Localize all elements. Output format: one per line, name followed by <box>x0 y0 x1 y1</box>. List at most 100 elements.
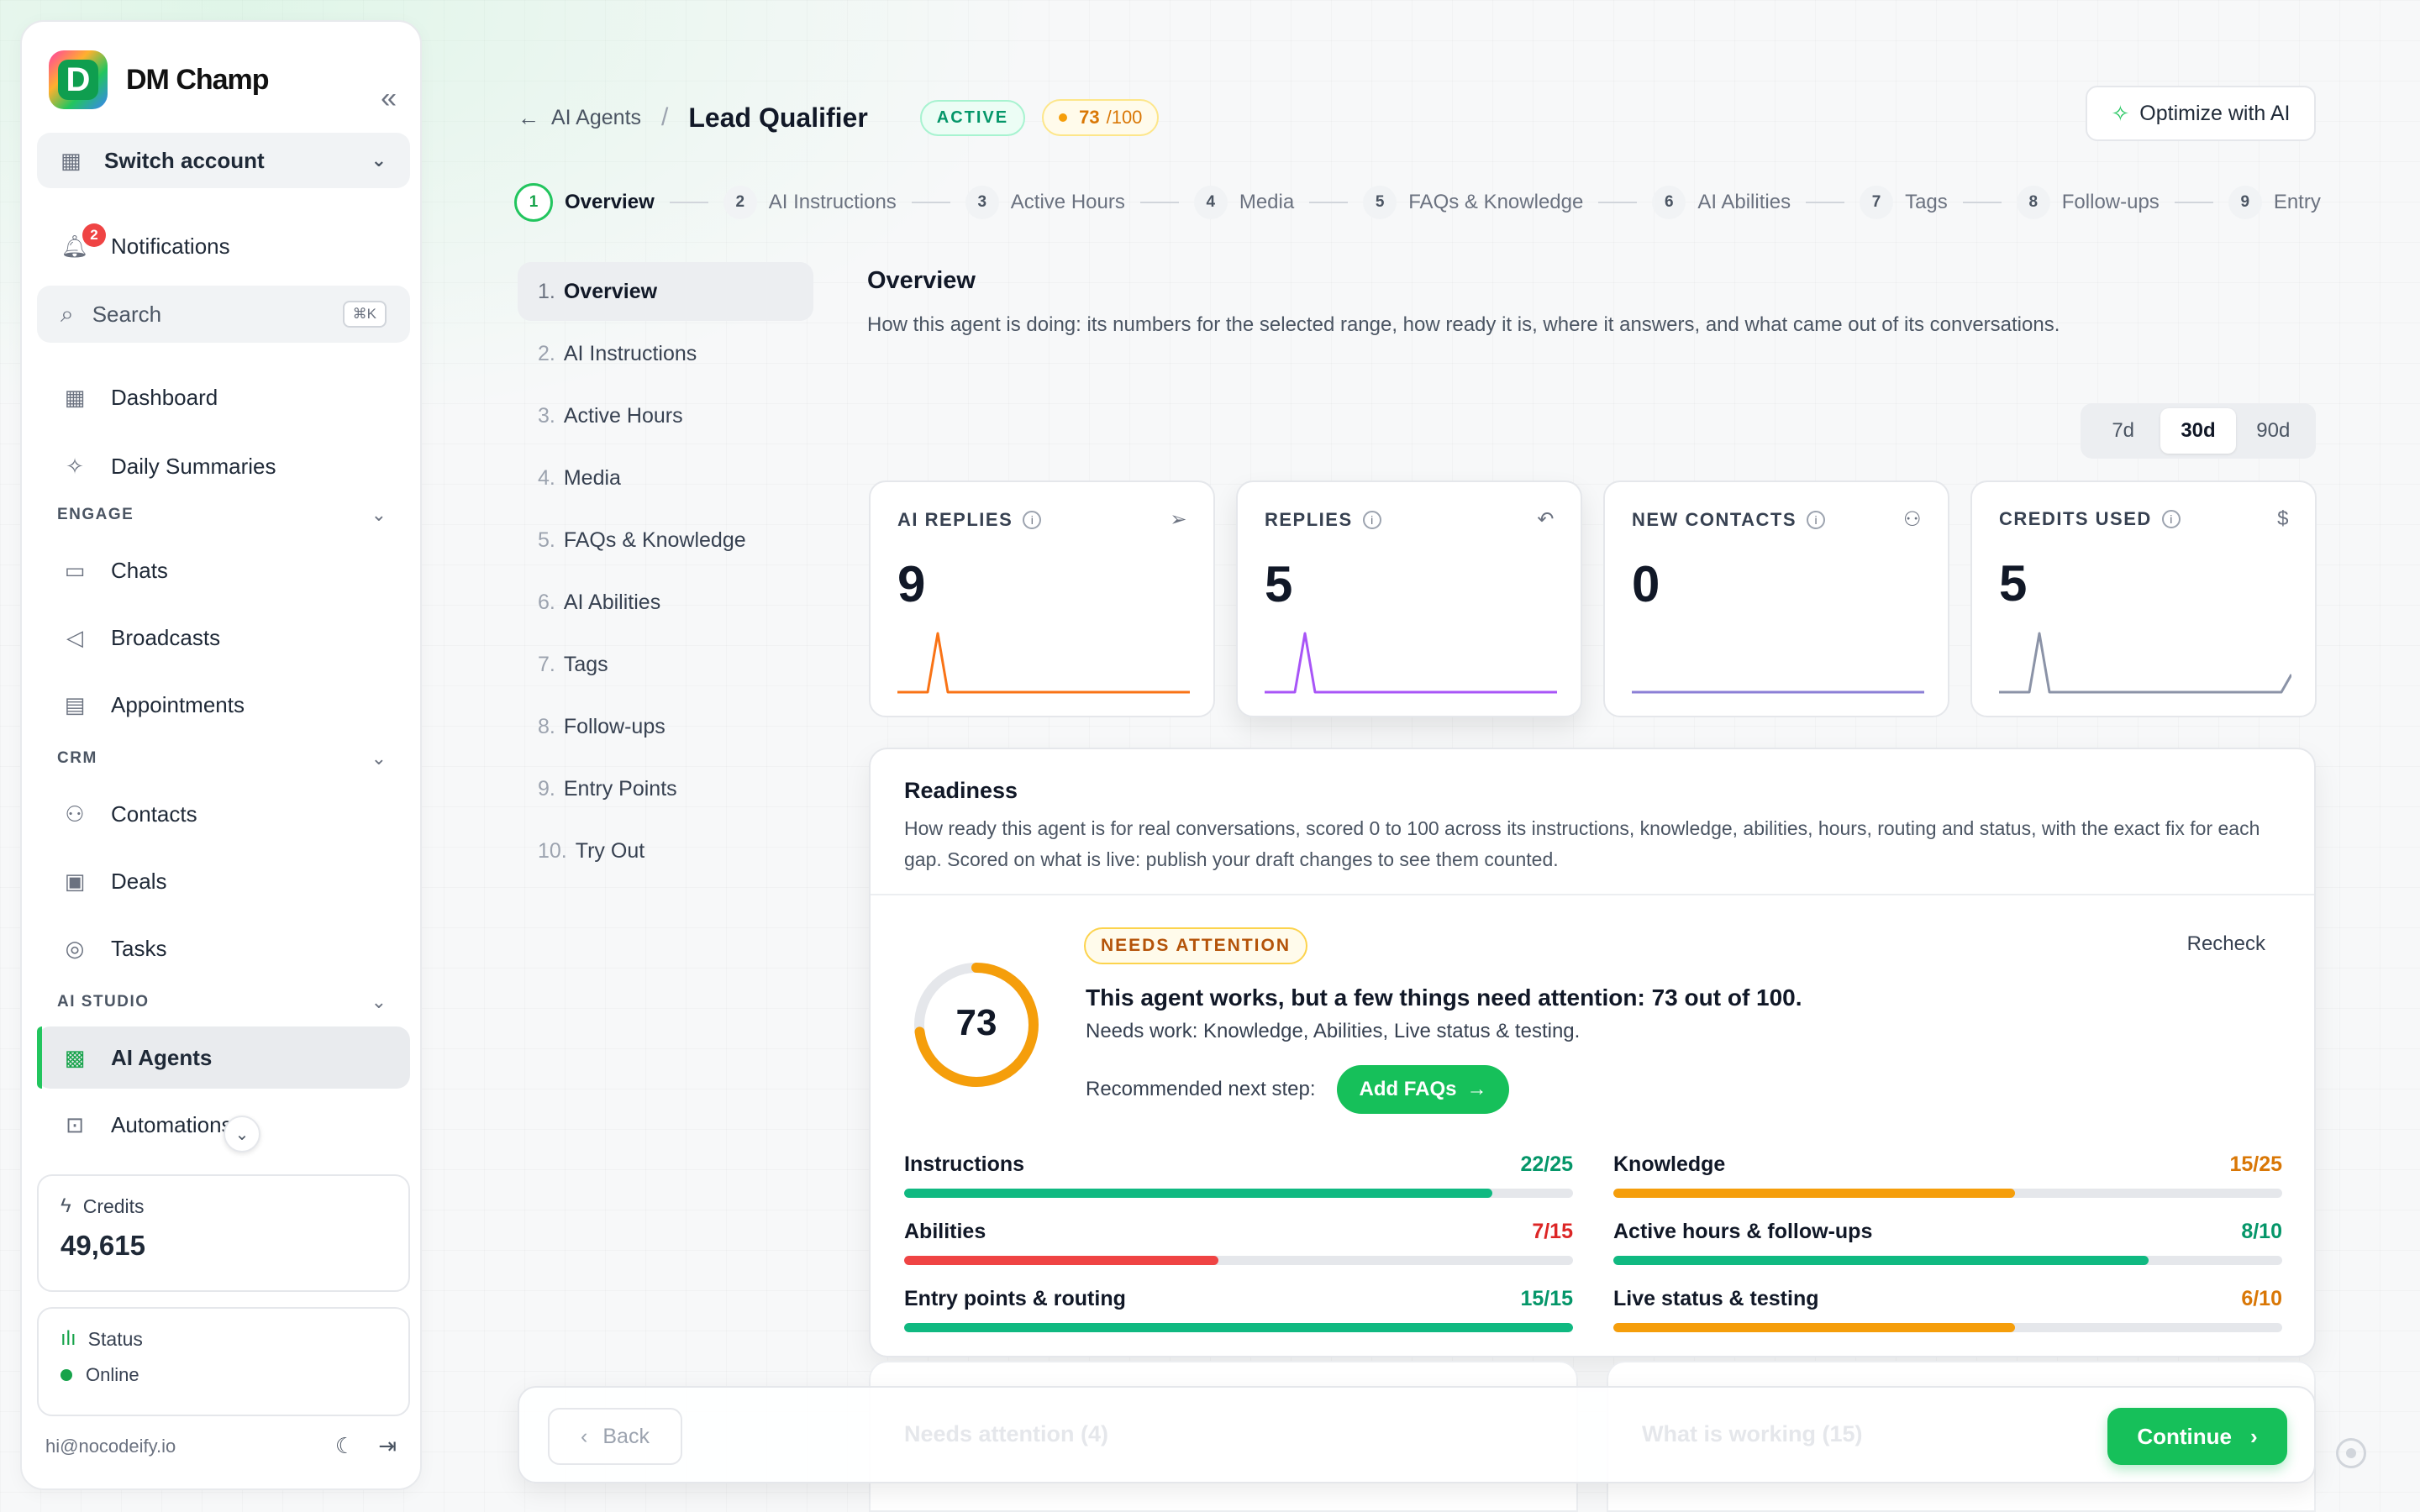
working-heading: What is working (15) <box>1642 1421 1863 1446</box>
step-connector <box>1806 202 1845 203</box>
readiness-description: How ready this agent is for real convers… <box>904 817 2260 870</box>
step-list-item[interactable]: 3. Active Hours <box>518 386 813 445</box>
continue-button[interactable]: Continue › <box>2107 1408 2287 1465</box>
chevron-down-icon[interactable]: ⌄ <box>371 748 387 769</box>
step-7[interactable]: 7 Tags <box>1860 186 1948 219</box>
step-list-item[interactable]: 8. Follow-ups <box>518 697 813 756</box>
sidebar-item-appointments[interactable]: ▤ Appointments <box>37 674 410 736</box>
step-list-item[interactable]: 7. Tags <box>518 635 813 694</box>
step-label: Media <box>1239 191 1295 213</box>
logout-icon[interactable]: ⇥ <box>378 1433 397 1459</box>
step-list-item[interactable]: 5. FAQs & Knowledge <box>518 511 813 570</box>
step-list-item[interactable]: 9. Entry Points <box>518 759 813 818</box>
metric-value: 5 <box>1999 555 2028 612</box>
sidebar-item-label: Daily Summaries <box>111 453 276 479</box>
sidebar-item-ai-agents[interactable]: ▩ AI Agents <box>37 1026 410 1089</box>
send-icon: ➢ <box>1170 508 1188 531</box>
step-number: 8 <box>2016 186 2050 219</box>
scroll-down-icon[interactable]: ⌄ <box>224 1116 260 1152</box>
step-1[interactable]: 1 Overview <box>514 183 655 222</box>
score-row-value: 8/10 <box>2241 1220 2282 1243</box>
score-fill <box>904 1189 1493 1198</box>
needs-attention-heading: Needs attention (4) <box>904 1421 1109 1446</box>
sidebar-item-deals[interactable]: ▣ Deals <box>37 850 410 912</box>
info-icon[interactable]: i <box>1807 510 1826 529</box>
step-list-number: 10. <box>538 838 567 863</box>
score-row-value: 7/15 <box>1532 1220 1573 1243</box>
step-list-item[interactable]: 6. AI Abilities <box>518 573 813 632</box>
step-list-number: 2. <box>538 341 555 365</box>
metric-value: 0 <box>1632 556 1660 612</box>
range-option-30d[interactable]: 30d <box>2160 408 2236 454</box>
sidebar-item-broadcasts[interactable]: ◁ Broadcasts <box>37 606 410 669</box>
metric-card-credits-used[interactable]: CREDITS USED i $ 5 <box>1970 480 2317 717</box>
recheck-button[interactable]: Recheck <box>2187 932 2265 956</box>
help-widget-icon[interactable] <box>2336 1438 2366 1468</box>
sidebar-item-automations[interactable]: ⊡ Automations <box>37 1094 410 1156</box>
brand-logo[interactable]: D DM Champ <box>49 50 270 109</box>
step-6[interactable]: 6 AI Abilities <box>1652 186 1791 219</box>
step-number: 7 <box>1860 186 1894 219</box>
score-track <box>904 1323 1573 1332</box>
step-list-item[interactable]: 4. Media <box>518 449 813 507</box>
sidebar-item-tasks[interactable]: ◎ Tasks <box>37 917 410 979</box>
chevron-down-icon[interactable]: ⌄ <box>371 991 387 1013</box>
sidebar-item-notifications[interactable]: 🔔︎ 2 Notifications <box>37 215 410 277</box>
info-icon[interactable]: i <box>1362 510 1381 529</box>
sidebar-item-chats[interactable]: ▭ Chats <box>37 539 410 601</box>
score-row-value: 6/10 <box>2241 1287 2282 1310</box>
chevron-down-icon[interactable]: ⌄ <box>371 504 387 526</box>
step-list-item[interactable]: 10. Try Out <box>518 822 813 880</box>
info-icon[interactable]: i <box>2161 510 2181 528</box>
search-input[interactable]: ⌕ Search ⌘K <box>37 286 410 343</box>
range-option-90d[interactable]: 90d <box>2236 408 2311 454</box>
range-option-7d[interactable]: 7d <box>2086 408 2160 454</box>
step-3[interactable]: 3 Active Hours <box>965 186 1125 219</box>
sidebar-item-dashboard[interactable]: ▦ Dashboard <box>37 366 410 428</box>
sparkles-icon: ✧ <box>66 453 84 479</box>
score-row-label: Abilities <box>904 1220 986 1243</box>
moon-icon[interactable]: ☾ <box>335 1433 355 1459</box>
step-list-number: 9. <box>538 776 555 801</box>
metric-card-replies[interactable]: REPLIES i ↶ 5 <box>1236 480 1582 717</box>
optimize-with-ai-button[interactable]: ✧ Optimize with AI <box>2086 86 2316 141</box>
needs-attention-badge: NEEDS ATTENTION <box>1084 927 1308 964</box>
sparkline-path <box>1265 632 1557 694</box>
step-list-item[interactable]: 2. AI Instructions <box>518 324 813 383</box>
notification-count-badge: 2 <box>82 223 106 247</box>
metric-card-ai-replies[interactable]: AI REPLIES i ➢ 9 <box>869 480 1215 717</box>
collapse-sidebar-icon[interactable]: « <box>381 82 397 115</box>
status-value: Online <box>86 1364 139 1385</box>
readiness-title: Readiness <box>904 778 1018 803</box>
step-connector <box>911 202 950 203</box>
step-label: AI Abilities <box>1697 191 1791 213</box>
breadcrumb-parent-link[interactable]: AI Agents <box>551 106 641 130</box>
metric-label: NEW CONTACTS <box>1632 508 1797 530</box>
step-connector <box>1962 202 2002 203</box>
step-2[interactable]: 2 AI Instructions <box>723 186 897 219</box>
status-label: Status <box>87 1327 143 1350</box>
score-max: /100 <box>1106 107 1143 128</box>
step-5[interactable]: 5 FAQs & Knowledge <box>1363 186 1583 219</box>
breadcrumb: ← AI Agents / Lead Qualifier ACTIVE 73 /… <box>518 99 1160 136</box>
add-faqs-button[interactable]: Add FAQs → <box>1337 1065 1509 1114</box>
arrow-left-icon[interactable]: ← <box>518 105 539 131</box>
sidebar-item-label: Deals <box>111 868 167 894</box>
info-icon[interactable]: i <box>1023 510 1042 529</box>
credits-label: Credits <box>82 1194 145 1217</box>
step-connector <box>1139 202 1179 203</box>
sidebar-item-contacts[interactable]: ⚇ Contacts <box>37 783 410 845</box>
step-list-item[interactable]: 1. Overview <box>518 262 813 321</box>
step-number: 5 <box>1363 186 1397 219</box>
step-9[interactable]: 9 Entry Points <box>2228 186 2321 219</box>
switch-account-button[interactable]: ▦ Switch account ⌄ <box>37 133 410 188</box>
step-list-label: AI Instructions <box>563 341 697 365</box>
back-button[interactable]: ‹ Back <box>548 1408 682 1465</box>
metric-card-new-contacts[interactable]: NEW CONTACTS i ⚇ 0 <box>1603 480 1949 717</box>
score-fill <box>904 1323 1573 1332</box>
chevron-right-icon: › <box>2249 1423 2258 1449</box>
sidebar-item-daily-summaries[interactable]: ✧ Daily Summaries <box>37 435 410 497</box>
step-4[interactable]: 4 Media <box>1193 186 1295 219</box>
step-8[interactable]: 8 Follow-ups <box>2016 186 2160 219</box>
sidebar-item-label: Dashboard <box>111 384 218 410</box>
